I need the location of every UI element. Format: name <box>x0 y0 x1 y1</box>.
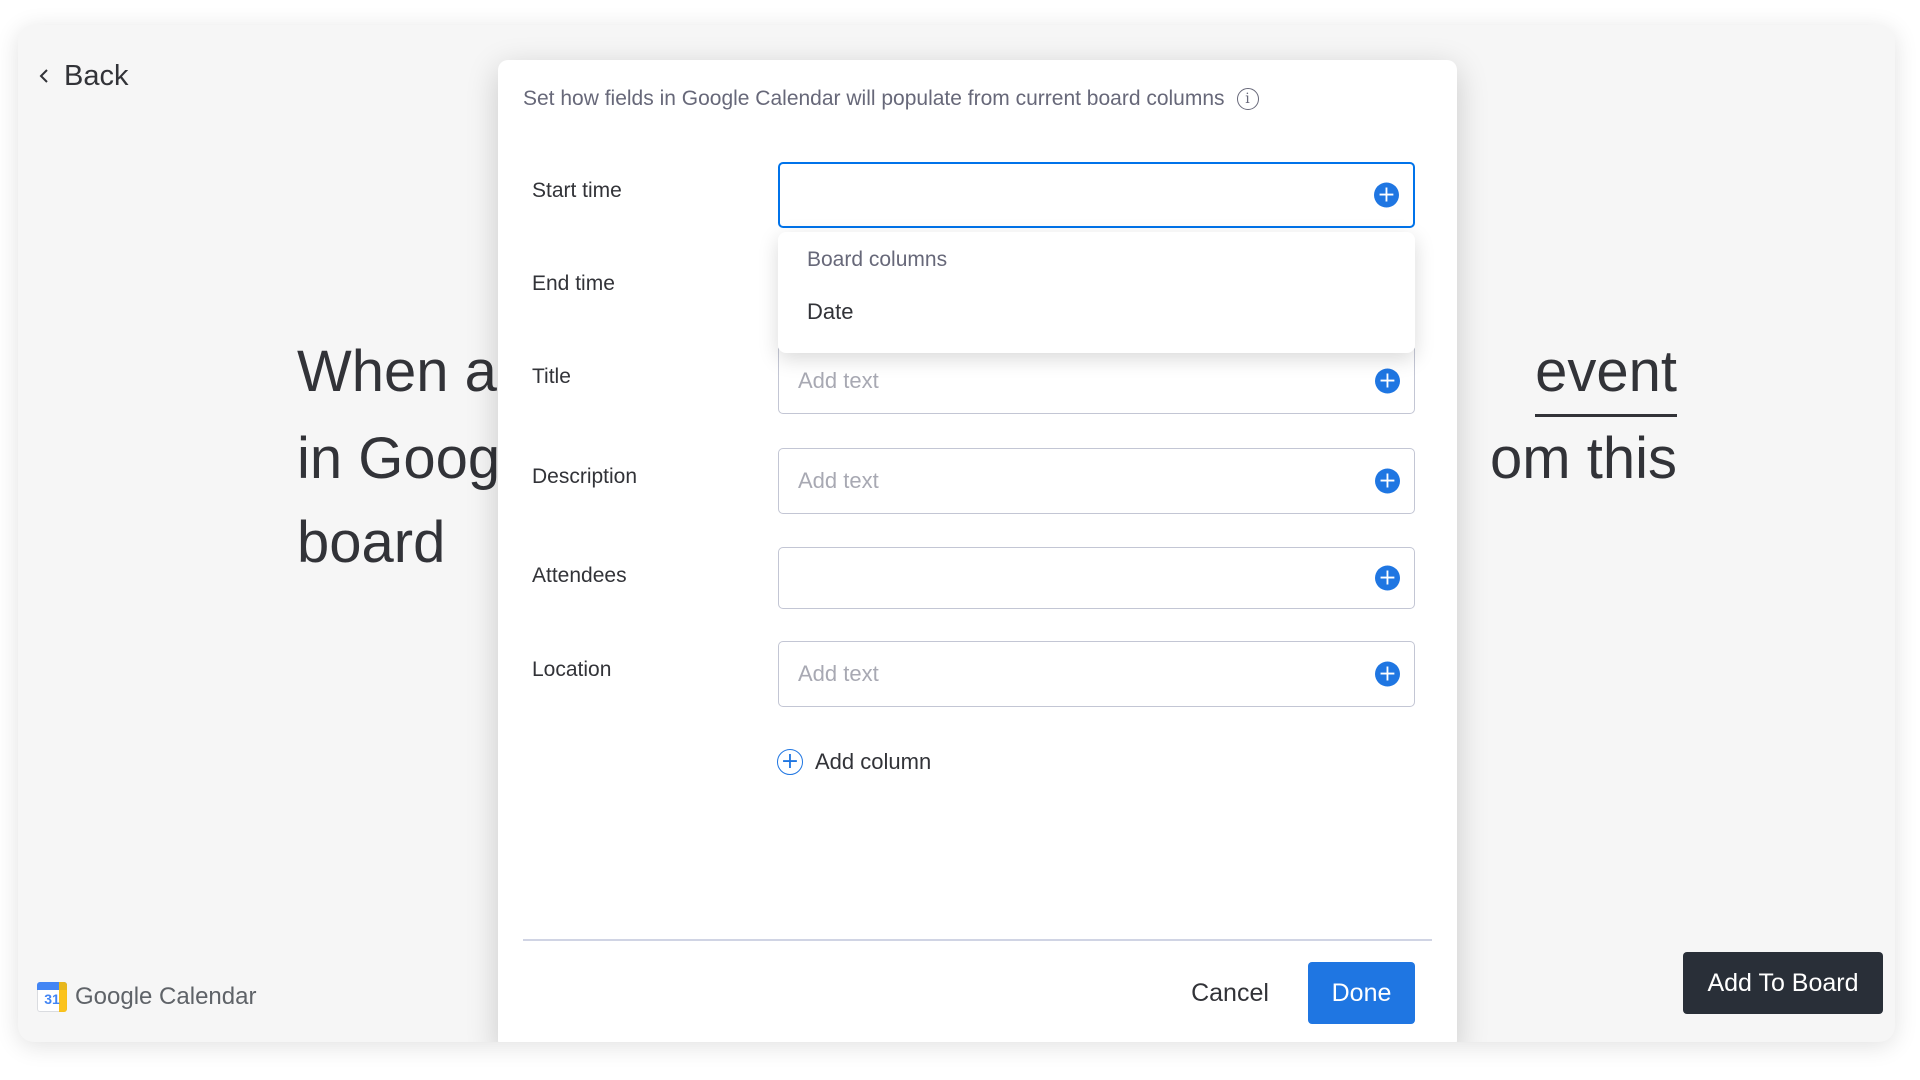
app-window: Back When a event in Goog om this board … <box>18 25 1895 1042</box>
start-time-label: Start time <box>532 179 622 202</box>
end-time-label: End time <box>532 272 615 295</box>
plus-circle-icon[interactable]: + <box>1374 182 1399 208</box>
plus-circle-icon[interactable]: + <box>1375 368 1400 394</box>
field-mapping-dialog: Set how fields in Google Calendar will p… <box>498 60 1457 1042</box>
plus-circle-icon[interactable]: + <box>1375 565 1400 591</box>
back-button[interactable]: Back <box>36 56 128 96</box>
attendees-label: Attendees <box>532 564 627 587</box>
recipe-text-4: board <box>297 510 446 575</box>
start-time-field[interactable]: + <box>778 162 1415 228</box>
title-placeholder: Add text <box>798 368 879 393</box>
chevron-left-icon <box>39 69 48 83</box>
cancel-button[interactable]: Cancel <box>1175 962 1285 1024</box>
brand: 31 Google Calendar <box>37 982 256 1012</box>
title-field[interactable]: Add text + <box>778 348 1415 414</box>
dialog-header-text: Set how fields in Google Calendar will p… <box>523 87 1225 110</box>
description-placeholder: Add text <box>798 468 879 493</box>
location-placeholder: Add text <box>798 661 879 686</box>
recipe-text-1: When a <box>297 339 497 404</box>
plus-circle-icon[interactable]: + <box>1375 468 1400 494</box>
done-button[interactable]: Done <box>1308 962 1415 1024</box>
recipe-text-2: in Goog <box>297 426 501 491</box>
dropdown-option-date[interactable]: Date <box>778 290 1415 334</box>
description-field[interactable]: Add text + <box>778 448 1415 514</box>
attendees-field[interactable]: + <box>778 547 1415 609</box>
dialog-header: Set how fields in Google Calendar will p… <box>523 87 1259 111</box>
dropdown-section-label: Board columns <box>807 248 948 271</box>
google-calendar-icon: 31 <box>37 982 67 1012</box>
plus-circle-icon[interactable]: + <box>1375 661 1400 687</box>
add-column-button[interactable]: + Add column <box>777 749 931 775</box>
add-column-label: Add column <box>815 749 932 774</box>
footer-divider <box>523 939 1432 941</box>
location-label: Location <box>532 658 612 681</box>
recipe-link-event[interactable]: event <box>1535 330 1677 417</box>
description-label: Description <box>532 465 638 488</box>
info-icon[interactable]: i <box>1236 88 1259 110</box>
title-label: Title <box>532 365 571 388</box>
brand-name: Google Calendar <box>75 983 257 1010</box>
column-dropdown: Board columns Date <box>778 232 1415 353</box>
plus-outline-circle-icon: + <box>777 749 803 775</box>
location-field[interactable]: Add text + <box>778 641 1415 707</box>
add-to-board-button[interactable]: Add To Board <box>1683 952 1883 1014</box>
back-label: Back <box>64 59 129 92</box>
recipe-text-3: om this <box>1490 426 1677 491</box>
